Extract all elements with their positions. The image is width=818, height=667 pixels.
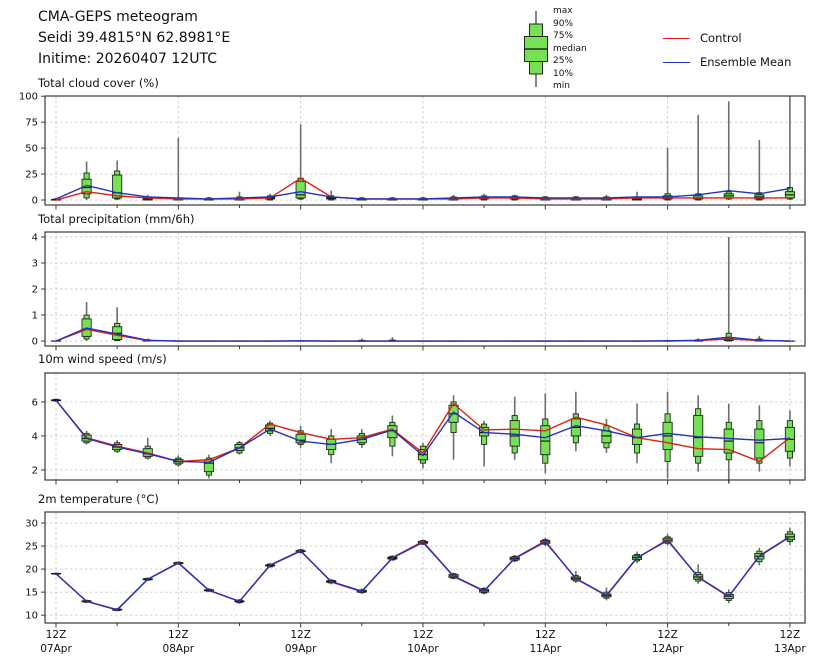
boxplot-legend-glyph [517,5,555,95]
station-location: Seidi 39.4815°N 62.8981°E [38,28,230,49]
svg-text:0: 0 [32,196,38,207]
boxplot-label-75: 75% [553,30,587,43]
x-tick-label: 12Z10Apr [407,628,439,656]
panel-title-wind-speed: 10m wind speed (m/s) [38,352,167,366]
cloud-cover-chart: 0255075100 [0,96,818,211]
boxplot-label-median: median [553,43,587,56]
x-tick-label: 12Z11Apr [530,628,562,656]
meteogram-figure: CMA-GEPS meteogram Seidi 39.4815°N 62.89… [0,0,818,667]
svg-text:6: 6 [32,397,38,408]
temperature-chart: 10 15 20 25 30 [0,512,818,629]
svg-text:30: 30 [25,519,38,530]
precipitation-chart: 0 1 2 3 4 [0,232,818,352]
wind-speed-chart: 2 4 6 [0,373,818,486]
boxplot-label-max: max [553,5,587,18]
boxplot-label-min: min [553,80,587,93]
boxplot-legend-labels: max 90% 75% median 25% 10% min [553,5,587,93]
control-label: Control [700,31,742,45]
svg-text:2: 2 [32,285,38,296]
x-tick-label: 12Z09Apr [285,628,317,656]
svg-text:10: 10 [25,611,38,622]
svg-text:0: 0 [32,337,38,348]
legend-item-ensemble-mean: Ensemble Mean [663,55,791,69]
panel-title-temperature: 2m temperature (°C) [38,492,159,506]
control-line-swatch [663,38,690,39]
legend-item-control: Control [663,31,742,45]
x-tick-label: 12Z07Apr [40,628,72,656]
boxplot-label-90: 90% [553,18,587,31]
x-tick-label: 12Z08Apr [163,628,195,656]
app-title: CMA-GEPS meteogram [38,7,230,28]
svg-text:25: 25 [25,542,38,553]
svg-text:4: 4 [32,232,38,243]
svg-text:1: 1 [32,311,38,322]
svg-text:100: 100 [19,92,38,103]
boxplot-label-10: 10% [553,68,587,81]
boxplot-label-25: 25% [553,55,587,68]
x-tick-label: 12Z12Apr [652,628,684,656]
panel-title-precipitation: Total precipitation (mm/6h) [38,212,194,226]
x-axis-labels: 12Z07Apr 12Z08Apr 12Z09Apr 12Z10Apr 12Z11Apr… [0,628,818,662]
svg-text:20: 20 [25,565,38,576]
svg-text:75: 75 [25,118,38,129]
svg-text:15: 15 [25,588,38,599]
ensemble-mean-label: Ensemble Mean [700,55,791,69]
init-time: Initime: 20260407 12UTC [38,49,230,70]
svg-text:3: 3 [32,258,38,269]
svg-text:2: 2 [32,465,38,476]
figure-header: CMA-GEPS meteogram Seidi 39.4815°N 62.89… [38,7,230,70]
svg-text:4: 4 [32,431,38,442]
panel-title-cloud-cover: Total cloud cover (%) [38,76,159,90]
ensemble-mean-line-swatch [663,62,690,63]
svg-text:25: 25 [25,170,38,181]
svg-text:50: 50 [25,144,38,155]
x-tick-label: 12Z13Apr [774,628,806,656]
